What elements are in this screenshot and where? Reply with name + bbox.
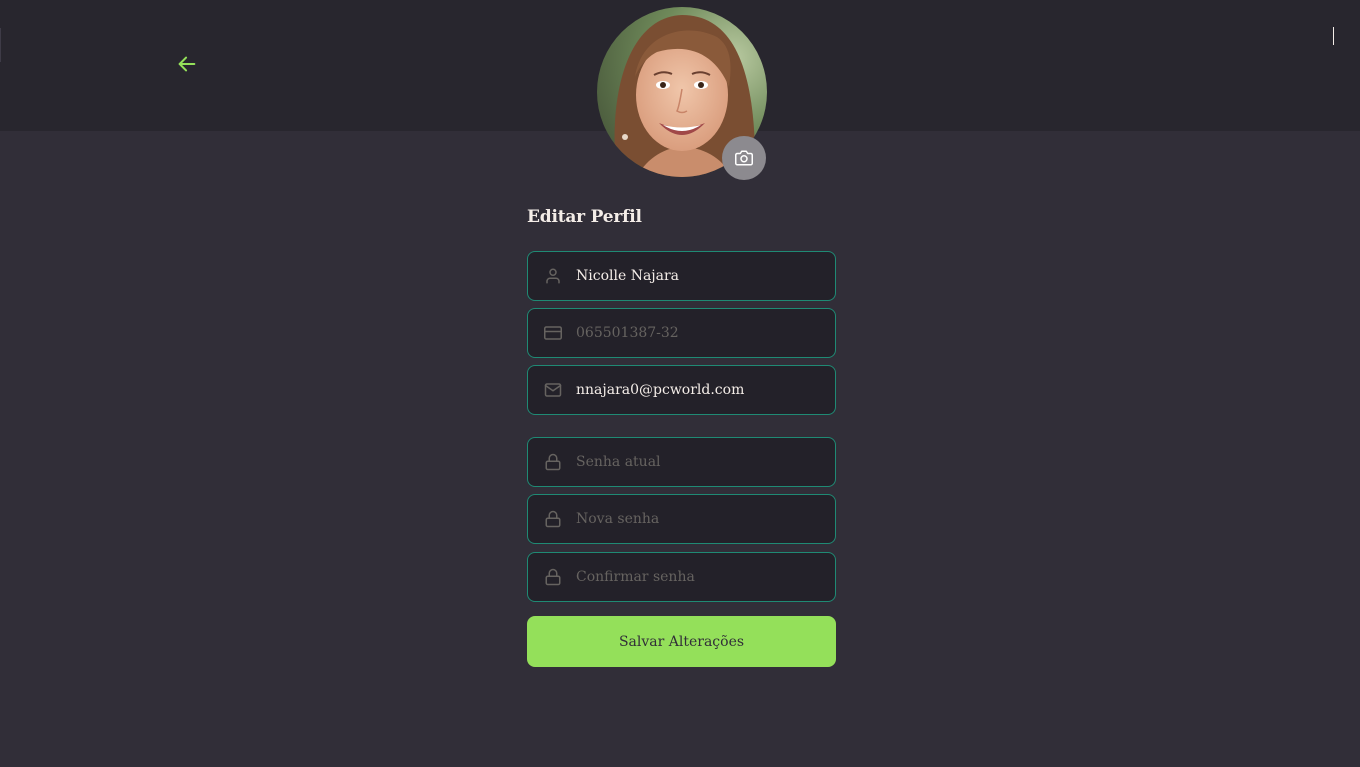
confirm-password-input[interactable] (576, 569, 816, 585)
cpf-field-container (527, 308, 836, 358)
new-password-field-container (527, 494, 836, 544)
back-button[interactable] (174, 51, 200, 77)
page-title: Editar Perfil (527, 207, 642, 227)
credit-card-icon (543, 323, 563, 343)
camera-icon (735, 150, 753, 166)
mail-icon (543, 380, 563, 400)
lock-icon (543, 509, 563, 529)
edit-profile-form: Editar Perfil Nicolle Najara 065501387-3… (527, 200, 836, 667)
current-password-field-container (527, 437, 836, 487)
confirm-password-field-container (527, 552, 836, 602)
lock-icon (543, 567, 563, 587)
name-field-container (527, 251, 836, 301)
cpf-input[interactable] (576, 325, 816, 341)
current-password-input[interactable] (576, 454, 816, 470)
new-password-input[interactable] (576, 511, 816, 527)
text-cursor (1333, 27, 1334, 45)
user-icon (543, 266, 563, 286)
avatar-container (597, 7, 767, 180)
window-edge (0, 28, 1, 62)
arrow-left-icon (178, 56, 196, 72)
lock-icon (543, 452, 563, 472)
change-photo-button[interactable] (722, 136, 766, 180)
save-changes-button[interactable]: Salvar Alterações (527, 616, 836, 667)
email-field-container (527, 365, 836, 415)
email-input[interactable] (576, 382, 816, 398)
name-input[interactable] (576, 268, 816, 284)
